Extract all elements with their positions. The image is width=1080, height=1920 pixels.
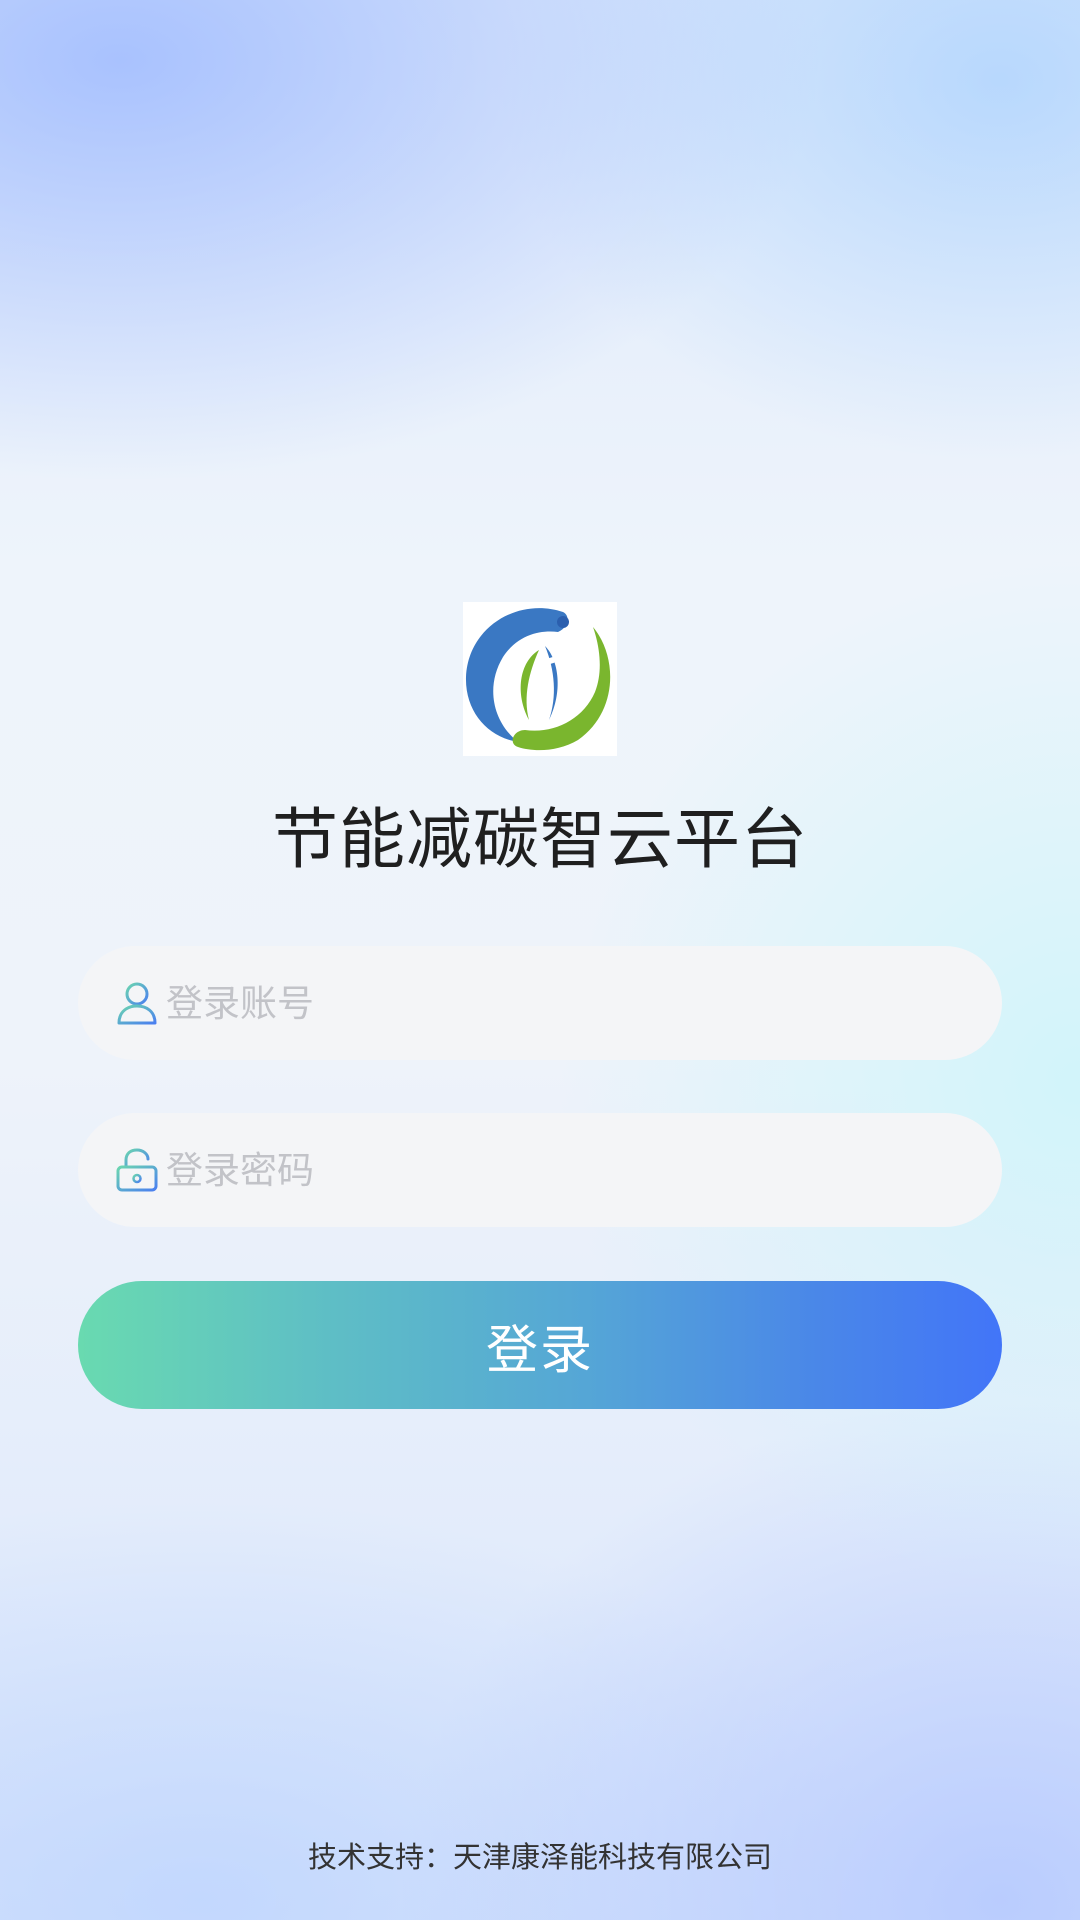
user-icon [114, 980, 160, 1026]
account-input[interactable] [166, 963, 926, 1043]
password-input[interactable] [166, 1130, 926, 1210]
lock-icon [114, 1147, 160, 1193]
app-logo [463, 602, 617, 756]
account-field[interactable] [78, 946, 1002, 1060]
app-title: 节能减碳智云平台 [272, 801, 808, 878]
password-field[interactable] [78, 1113, 1002, 1227]
leaf-ring-logo-icon [465, 608, 611, 751]
footer-support-text: 技术支持：天津康泽能科技有限公司 [307, 1840, 772, 1874]
login-button[interactable]: 登录 [78, 1281, 1002, 1409]
